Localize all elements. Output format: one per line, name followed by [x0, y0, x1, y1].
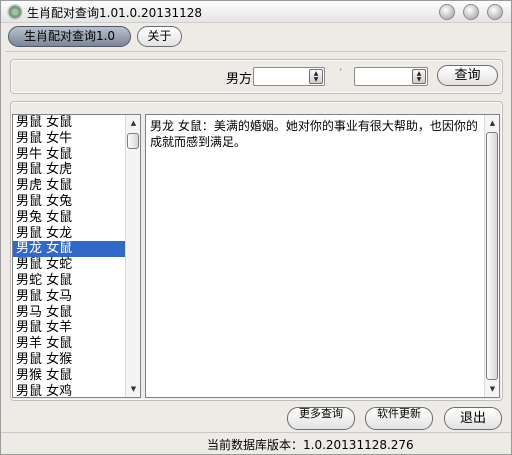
spin-arrows-icon[interactable]: ▲ ▼: [412, 69, 426, 84]
spin-arrows-icon[interactable]: ▲ ▼: [309, 69, 323, 84]
title-bar[interactable]: 生肖配对查询1.01.0.20131128: [1, 1, 511, 23]
divider: [5, 51, 507, 52]
exit-button[interactable]: 退出: [444, 407, 502, 430]
tab-main-query[interactable]: 生肖配对查询1.0: [8, 26, 131, 47]
list-item[interactable]: 男鼠 女马: [13, 289, 140, 305]
list-item[interactable]: 男蛇 女鼠: [13, 273, 140, 289]
db-version-status: 当前数据库版本：1.0.20131128.276: [207, 438, 414, 452]
list-scrollbar[interactable]: ▲ ▼: [125, 115, 140, 397]
list-item[interactable]: 男龙 女鼠: [13, 241, 140, 258]
list-item[interactable]: 男兔 女鼠: [13, 210, 140, 226]
female-label: 女': [340, 68, 342, 75]
pairing-list-items: 男鼠 女鼠 男鼠 女牛 男牛 女鼠 男鼠 女虎 男虎 女鼠 男鼠 女兔 男兔 女鼠 男鼠 女龙…: [13, 115, 140, 397]
scroll-thumb[interactable]: [127, 133, 139, 149]
list-item[interactable]: 男鼠 女羊: [13, 320, 140, 336]
female-zodiac-select[interactable]: ▲ ▼: [354, 67, 428, 86]
maximize-icon[interactable]: [463, 4, 479, 20]
tab-about[interactable]: 关于: [137, 26, 182, 47]
list-item[interactable]: 男鼠 女猴: [13, 352, 140, 368]
list-item[interactable]: 男鼠 女兔: [13, 194, 140, 210]
more-query-button[interactable]: 更多查询: [287, 407, 355, 430]
male-label: 男方: [226, 72, 253, 87]
query-button[interactable]: 查询: [437, 65, 498, 86]
result-textbox[interactable]: 男龙 女鼠：美满的婚姻。她对你的事业有很大帮助，也因你的成就而感到满足。 ▲ ▼: [145, 114, 500, 398]
list-item[interactable]: 男牛 女鼠: [13, 147, 140, 163]
scroll-up-icon[interactable]: ▲: [127, 116, 140, 130]
window-title: 生肖配对查询1.01.0.20131128: [27, 6, 203, 20]
gear-icon: [7, 4, 23, 20]
list-item[interactable]: 男鼠 女蛇: [13, 257, 140, 273]
male-zodiac-select[interactable]: ▲ ▼: [253, 67, 325, 86]
list-item[interactable]: 男鼠 女鸡: [13, 384, 140, 397]
list-item[interactable]: 男猴 女鼠: [13, 368, 140, 384]
close-icon[interactable]: [487, 4, 503, 20]
scroll-down-icon[interactable]: ▼: [127, 382, 140, 396]
list-item[interactable]: 男鼠 女龙: [13, 226, 140, 242]
result-scrollbar[interactable]: ▲ ▼: [484, 115, 499, 397]
status-bar: 当前数据库版本：1.0.20131128.276: [1, 432, 511, 454]
scroll-up-icon[interactable]: ▲: [486, 116, 499, 130]
list-item[interactable]: 男马 女鼠: [13, 305, 140, 321]
scroll-thumb[interactable]: [486, 132, 498, 380]
list-item[interactable]: 男虎 女鼠: [13, 178, 140, 194]
pairing-list[interactable]: 男鼠 女鼠 男鼠 女牛 男牛 女鼠 男鼠 女虎 男虎 女鼠 男鼠 女兔 男兔 女鼠 男鼠 女龙…: [12, 114, 141, 398]
result-text: 男龙 女鼠：美满的婚姻。她对你的事业有很大帮助，也因你的成就而感到满足。: [150, 119, 478, 149]
list-item[interactable]: 男鼠 女牛: [13, 131, 140, 147]
list-item[interactable]: 男羊 女鼠: [13, 336, 140, 352]
app-window: 生肖配对查询1.01.0.20131128 生肖配对查询1.0 关于 男方 ▲ ▼…: [0, 0, 512, 455]
software-update-button[interactable]: 软件更新: [365, 407, 433, 430]
minimize-icon[interactable]: [439, 4, 455, 20]
scroll-down-icon[interactable]: ▼: [486, 382, 499, 396]
list-item[interactable]: 男鼠 女鼠: [13, 115, 140, 131]
list-item[interactable]: 男鼠 女虎: [13, 162, 140, 178]
